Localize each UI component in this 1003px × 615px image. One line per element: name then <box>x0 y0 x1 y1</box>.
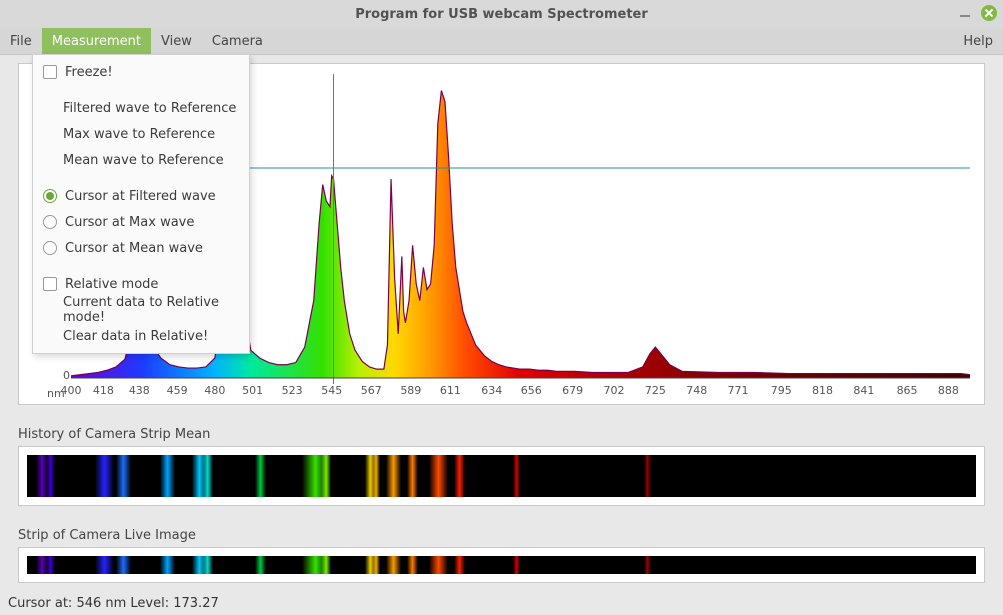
menu-view[interactable]: View <box>151 28 202 54</box>
x-tick: 400 <box>61 384 82 397</box>
x-tick: 679 <box>562 384 583 397</box>
live-panel-label: Strip of Camera Live Image <box>18 528 985 543</box>
window-title: Program for USB webcam Spectrometer <box>355 7 648 22</box>
menu-relative-mode[interactable]: Relative mode <box>33 271 249 297</box>
history-panel-label: History of Camera Strip Mean <box>18 427 985 442</box>
checkbox-icon <box>43 277 57 291</box>
x-tick: 888 <box>938 384 959 397</box>
axis-zero-label: 0 <box>63 369 70 382</box>
menu-cursor-mean[interactable]: Cursor at Mean wave <box>33 235 249 261</box>
x-tick: 748 <box>686 384 707 397</box>
menu-cursor-max-label: Cursor at Max wave <box>65 215 194 230</box>
checkbox-icon <box>43 65 57 79</box>
x-tick: 818 <box>812 384 833 397</box>
live-strip-frame <box>18 547 985 583</box>
history-strip <box>27 455 976 497</box>
x-tick: 501 <box>242 384 263 397</box>
x-tick: 725 <box>645 384 666 397</box>
menu-measurement[interactable]: Measurement <box>42 28 151 54</box>
radio-icon <box>43 215 57 229</box>
x-tick: 459 <box>167 384 188 397</box>
history-strip-frame <box>18 446 985 506</box>
x-tick: 480 <box>204 384 225 397</box>
menu-max-to-ref[interactable]: Max wave to Reference <box>33 121 249 147</box>
close-icon[interactable] <box>981 5 997 21</box>
menu-file[interactable]: File <box>0 28 42 54</box>
menu-cursor-filtered-label: Cursor at Filtered wave <box>65 189 216 204</box>
measurement-dropdown: Freeze! Filtered wave to Reference Max w… <box>32 54 250 354</box>
menu-clear-relative[interactable]: Clear data in Relative! <box>33 323 249 349</box>
x-tick: 589 <box>400 384 421 397</box>
status-text: Cursor at: 546 nm Level: 173.27 <box>8 596 219 611</box>
x-tick: 611 <box>440 384 461 397</box>
x-tick: 634 <box>481 384 502 397</box>
menu-cursor-mean-label: Cursor at Mean wave <box>65 241 203 256</box>
radio-selected-icon <box>43 189 57 203</box>
window-titlebar: Program for USB webcam Spectrometer <box>0 0 1003 28</box>
menu-help[interactable]: Help <box>953 28 1003 54</box>
x-tick: 438 <box>129 384 150 397</box>
live-strip <box>27 556 976 574</box>
x-tick: 865 <box>897 384 918 397</box>
x-tick: 418 <box>93 384 114 397</box>
x-tick: 795 <box>771 384 792 397</box>
menu-relative-mode-label: Relative mode <box>65 277 158 292</box>
menu-current-to-relative[interactable]: Current data to Relative mode! <box>33 297 249 323</box>
x-tick: 771 <box>728 384 749 397</box>
menubar: File Measurement View Camera Help <box>0 28 1003 55</box>
x-tick: 656 <box>521 384 542 397</box>
minimize-icon[interactable] <box>957 5 973 21</box>
menu-mean-to-ref[interactable]: Mean wave to Reference <box>33 147 249 173</box>
menu-camera[interactable]: Camera <box>202 28 273 54</box>
x-tick: 567 <box>361 384 382 397</box>
x-tick: 545 <box>321 384 342 397</box>
menu-freeze[interactable]: Freeze! <box>33 59 249 85</box>
menu-filtered-to-ref[interactable]: Filtered wave to Reference <box>33 95 249 121</box>
x-tick: 702 <box>603 384 624 397</box>
menu-freeze-label: Freeze! <box>65 65 113 80</box>
x-tick: 841 <box>853 384 874 397</box>
menu-cursor-max[interactable]: Cursor at Max wave <box>33 209 249 235</box>
x-axis-ticks: 400 418 438 459 480 501 523 545 567 589 611 634 656 6… <box>19 384 984 400</box>
x-tick: 523 <box>282 384 303 397</box>
radio-icon <box>43 241 57 255</box>
menu-cursor-filtered[interactable]: Cursor at Filtered wave <box>33 183 249 209</box>
statusbar: Cursor at: 546 nm Level: 173.27 <box>0 591 1003 615</box>
